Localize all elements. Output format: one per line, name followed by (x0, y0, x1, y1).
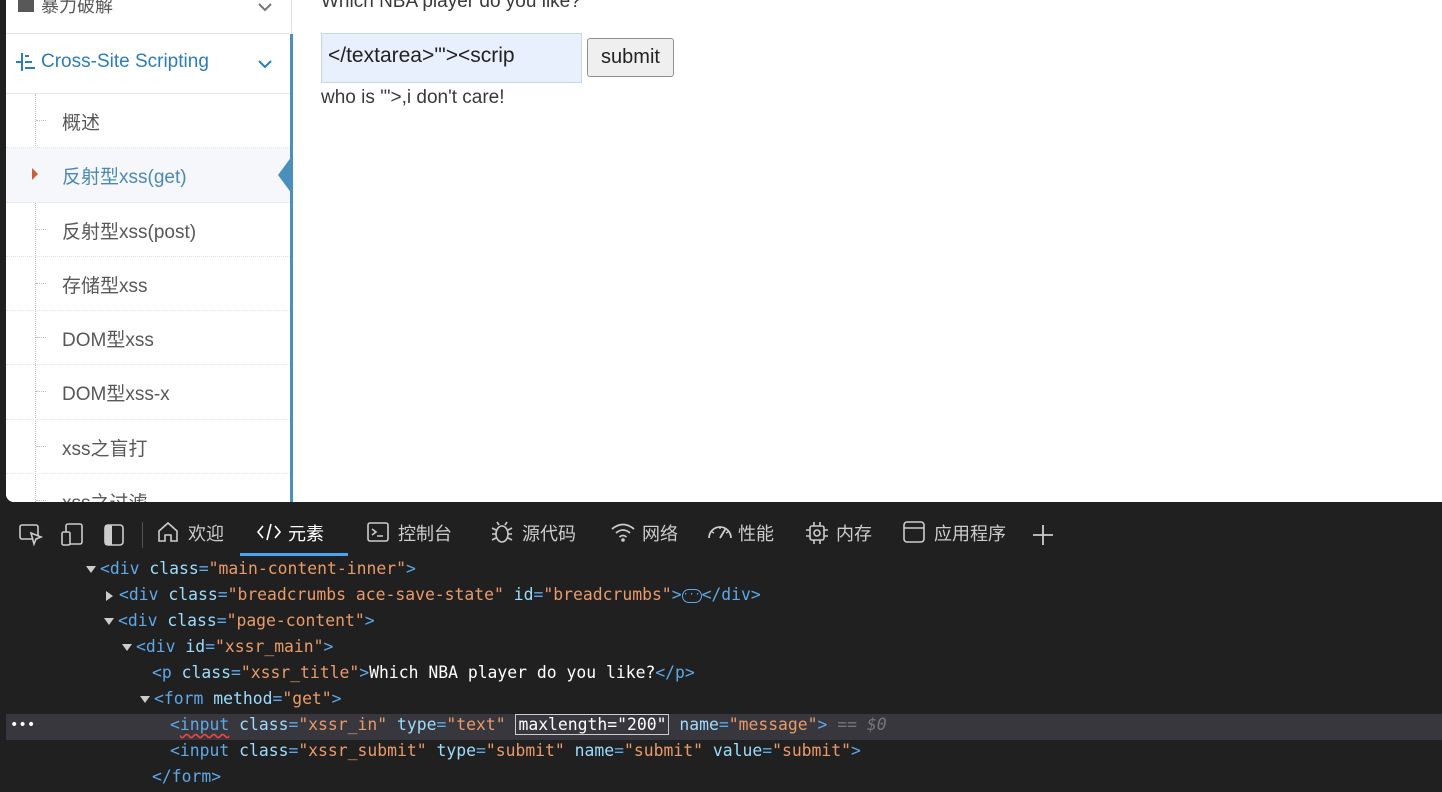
sidebar-item-label: 反射型xss(post) (62, 221, 197, 243)
devtools-panel: 欢迎 元素 控制台 源代码 网络 性能 内存 应用程序 <div class="… (6, 508, 1442, 786)
code-icon (256, 520, 282, 544)
sidebar-item-reflected-xss-post[interactable]: 反射型xss(post) (6, 203, 290, 257)
dom-node-breadcrumbs[interactable]: <div class="breadcrumbs ace-save-state" … (106, 584, 761, 610)
active-tab-indicator (240, 553, 348, 556)
sidebar-accent-border (290, 34, 293, 502)
dom-node-page-content[interactable]: <div class="page-content"> (104, 610, 375, 636)
list-icon (16, 53, 36, 75)
expand-toggle[interactable] (86, 566, 96, 573)
wifi-icon (610, 520, 635, 544)
more-options-icon[interactable]: ••• (10, 714, 35, 736)
window-icon (902, 520, 926, 544)
sidebar-item-reflected-xss-get[interactable]: 反射型xss(get) (6, 148, 292, 203)
sidebar-item-label: 概述 (62, 113, 101, 134)
caret-right-icon (32, 168, 38, 181)
dom-node-xssr-in-selected[interactable]: ••• <input class="xssr_in" type="text" ma… (6, 714, 1442, 740)
tab-label: 控制台 (398, 524, 452, 545)
gauge-icon (706, 520, 732, 544)
dom-tree: <div class="main-content-inner"> <div cl… (6, 558, 1442, 786)
expand-toggle[interactable] (122, 644, 132, 651)
bug-icon (490, 520, 514, 544)
tab-sources[interactable]: 源代码 (490, 520, 576, 556)
main-content: Which NBA player do you like? </textarea… (298, 0, 1442, 502)
sidebar-item-label: DOM型xss-x (62, 384, 170, 406)
tab-label: 性能 (738, 524, 774, 545)
sidebar: 暴力破解 Cross-Site Scripting 概述 反射型xss(get)… (6, 0, 293, 502)
console-icon (366, 520, 390, 544)
sidebar-item-dom-xss[interactable]: DOM型xss (6, 311, 290, 366)
dom-node-xssr-title[interactable]: <p class="xssr_title">Which NBA player d… (152, 662, 695, 688)
dock-side-icon[interactable] (102, 522, 128, 548)
sidebar-item-label: DOM型xss (62, 330, 154, 352)
tab-console[interactable]: 控制台 (366, 520, 452, 556)
sidebar-section-xss[interactable]: Cross-Site Scripting (6, 34, 290, 94)
expand-toggle[interactable] (104, 618, 114, 625)
tab-welcome[interactable]: 欢迎 (156, 520, 224, 556)
dom-node-form[interactable]: <form method="get"> (140, 688, 342, 714)
expand-toggle[interactable] (140, 696, 150, 703)
sidebar-section-label: Cross-Site Scripting (41, 51, 209, 72)
dom-node-xssr-submit[interactable]: <input class="xssr_submit" type="submit"… (170, 740, 861, 766)
dom-node-main-content-inner[interactable]: <div class="main-content-inner"> (86, 558, 416, 584)
tab-label: 欢迎 (188, 524, 224, 545)
dom-node-form-close[interactable]: </form> (152, 766, 221, 792)
tab-label: 应用程序 (934, 524, 1006, 545)
tab-performance[interactable]: 性能 (706, 520, 774, 556)
inspect-element-icon[interactable] (18, 522, 44, 548)
tab-network[interactable]: 网络 (610, 520, 678, 556)
tab-label: 内存 (836, 524, 872, 545)
sidebar-item-overview[interactable]: 概述 (6, 94, 290, 149)
tab-label: 网络 (642, 524, 678, 545)
sidebar-item-label: xss之盲打 (62, 438, 148, 460)
sidebar-item-label: 存储型xss (62, 275, 148, 297)
chevron-down-icon[interactable] (258, 57, 272, 71)
submit-button[interactable]: submit (587, 38, 674, 77)
sidebar-item-xss-filter[interactable]: xss之过滤 (6, 474, 290, 502)
expand-toggle[interactable] (106, 590, 113, 601)
tab-label: 源代码 (522, 524, 576, 545)
attribute-edit-box[interactable]: maxlength="200" (515, 714, 670, 735)
add-tool-icon[interactable] (1030, 522, 1056, 548)
page-title: Which NBA player do you like? (321, 0, 581, 12)
sidebar-item-stored-xss[interactable]: 存储型xss (6, 257, 290, 312)
sidebar-item-dom-xss-x[interactable]: DOM型xss-x (6, 365, 290, 420)
sidebar-item-blind-xss[interactable]: xss之盲打 (6, 420, 290, 475)
device-emulation-icon[interactable] (60, 522, 86, 548)
chevron-down-icon[interactable] (258, 0, 272, 14)
collapsed-content-button[interactable]: ··· (681, 588, 702, 603)
sidebar-item-label: xss之过滤 (62, 488, 148, 502)
tab-application[interactable]: 应用程序 (902, 520, 1006, 556)
sidebar-item-label: 暴力破解 (41, 0, 113, 17)
result-text: who is '">,i don't care! (321, 87, 505, 108)
sidebar-item-label: 反射型xss(get) (62, 167, 187, 189)
devtools-toolbar: 欢迎 元素 控制台 源代码 网络 性能 内存 应用程序 (6, 508, 1442, 558)
sidebar-item-brute-force[interactable]: 暴力破解 (6, 0, 290, 34)
browser-page: 暴力破解 Cross-Site Scripting 概述 反射型xss(get)… (6, 0, 1442, 502)
xss-submenu: 概述 反射型xss(get) 反射型xss(post) 存储型xss DOM型x… (6, 94, 292, 502)
chip-icon (804, 520, 828, 544)
tab-label: 元素 (288, 524, 324, 545)
desktop-icon (18, 0, 34, 12)
message-input[interactable]: </textarea>'"><scrip (321, 33, 582, 83)
dom-node-xssr-main[interactable]: <div id="xssr_main"> (122, 636, 333, 662)
tab-elements[interactable]: 元素 (256, 520, 324, 556)
tab-memory[interactable]: 内存 (804, 520, 872, 556)
home-icon (156, 520, 180, 544)
